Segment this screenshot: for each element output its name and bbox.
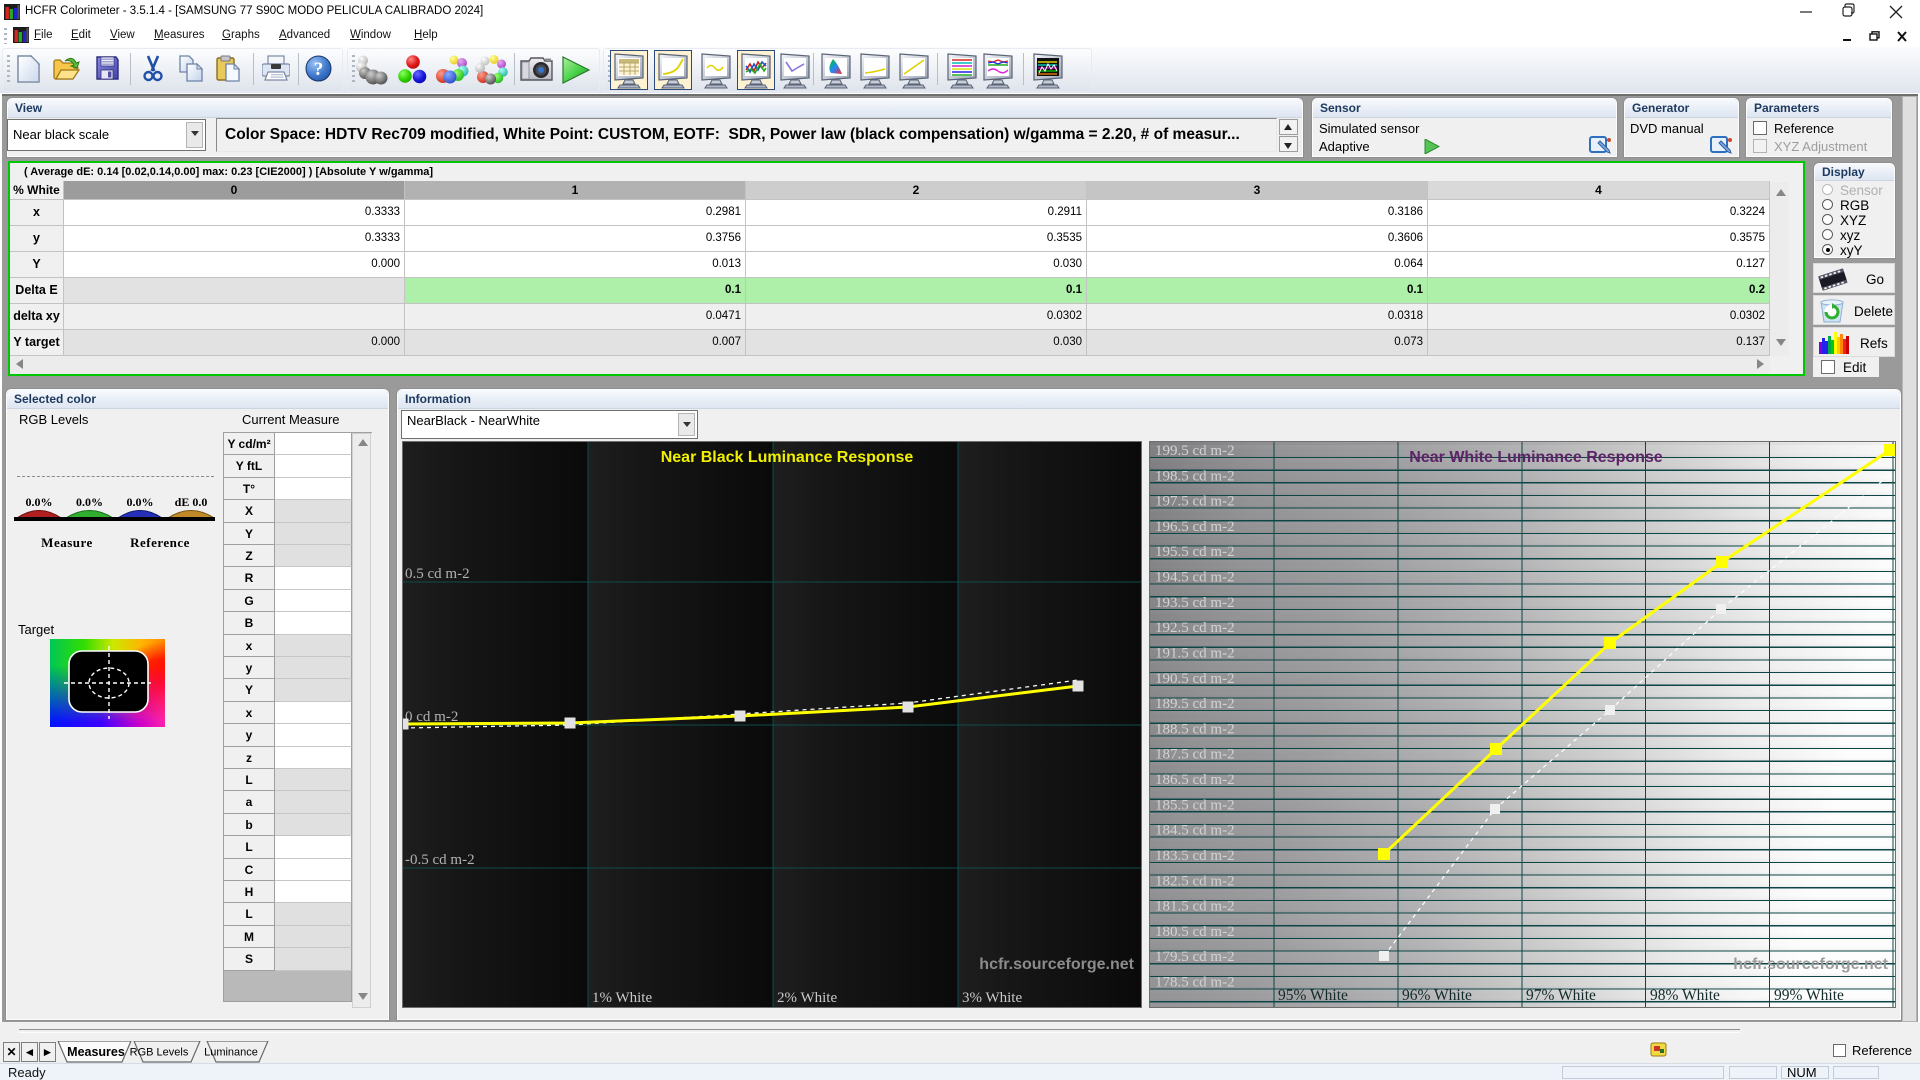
svg-text:96% White: 96% White: [1402, 987, 1472, 1004]
svg-text:-0.5 cd m-2: -0.5 cd m-2: [405, 852, 475, 868]
svg-text:187.5 cd m-2: 187.5 cd m-2: [1155, 747, 1235, 763]
svg-text:199.5 cd m-2: 199.5 cd m-2: [1155, 443, 1235, 459]
svg-text:183.5 cd m-2: 183.5 cd m-2: [1155, 848, 1235, 864]
svg-text:184.5 cd m-2: 184.5 cd m-2: [1155, 823, 1235, 839]
svg-text:193.5 cd m-2: 193.5 cd m-2: [1155, 595, 1235, 611]
svg-text:Measures: Measures: [67, 1045, 125, 1059]
svg-text:1% White: 1% White: [592, 990, 652, 1006]
svg-text:191.5 cd m-2: 191.5 cd m-2: [1155, 646, 1235, 662]
svg-text:190.5 cd m-2: 190.5 cd m-2: [1155, 671, 1235, 687]
svg-text:182.5 cd m-2: 182.5 cd m-2: [1155, 873, 1235, 889]
svg-text:3% White: 3% White: [962, 990, 1022, 1006]
svg-text:Luminance: Luminance: [204, 1047, 258, 1059]
svg-text:RGB Levels: RGB Levels: [130, 1047, 189, 1059]
svg-text:181.5 cd m-2: 181.5 cd m-2: [1155, 899, 1235, 915]
svg-text:95% White: 95% White: [1278, 987, 1348, 1004]
svg-text:?: ?: [314, 59, 324, 80]
svg-text:195.5 cd m-2: 195.5 cd m-2: [1155, 544, 1235, 560]
svg-text:97% White: 97% White: [1526, 987, 1596, 1004]
svg-text:196.5 cd m-2: 196.5 cd m-2: [1155, 519, 1235, 535]
svg-text:179.5 cd m-2: 179.5 cd m-2: [1155, 949, 1235, 965]
svg-text:180.5 cd m-2: 180.5 cd m-2: [1155, 924, 1235, 940]
svg-text:198.5 cd m-2: 198.5 cd m-2: [1155, 468, 1235, 484]
svg-text:188.5 cd m-2: 188.5 cd m-2: [1155, 721, 1235, 737]
svg-text:hcfr.sourceforge.net: hcfr.sourceforge.net: [1733, 956, 1888, 973]
svg-text:185.5 cd m-2: 185.5 cd m-2: [1155, 797, 1235, 813]
svg-text:189.5 cd m-2: 189.5 cd m-2: [1155, 696, 1235, 712]
svg-text:194.5 cd m-2: 194.5 cd m-2: [1155, 570, 1235, 586]
svg-text:192.5 cd m-2: 192.5 cd m-2: [1155, 620, 1235, 636]
svg-text:Near White Luminance Response: Near White Luminance Response: [1409, 449, 1662, 466]
svg-text:197.5 cd m-2: 197.5 cd m-2: [1155, 494, 1235, 510]
svg-text:98% White: 98% White: [1650, 987, 1720, 1004]
svg-text:2% White: 2% White: [777, 990, 837, 1006]
svg-text:186.5 cd m-2: 186.5 cd m-2: [1155, 772, 1235, 788]
svg-text:hcfr.sourceforge.net: hcfr.sourceforge.net: [979, 956, 1134, 973]
svg-text:178.5 cd m-2: 178.5 cd m-2: [1155, 975, 1235, 991]
svg-text:Near Black Luminance Response: Near Black Luminance Response: [661, 449, 914, 466]
svg-text:0.5 cd m-2: 0.5 cd m-2: [405, 566, 470, 582]
svg-text:99% White: 99% White: [1774, 987, 1844, 1004]
